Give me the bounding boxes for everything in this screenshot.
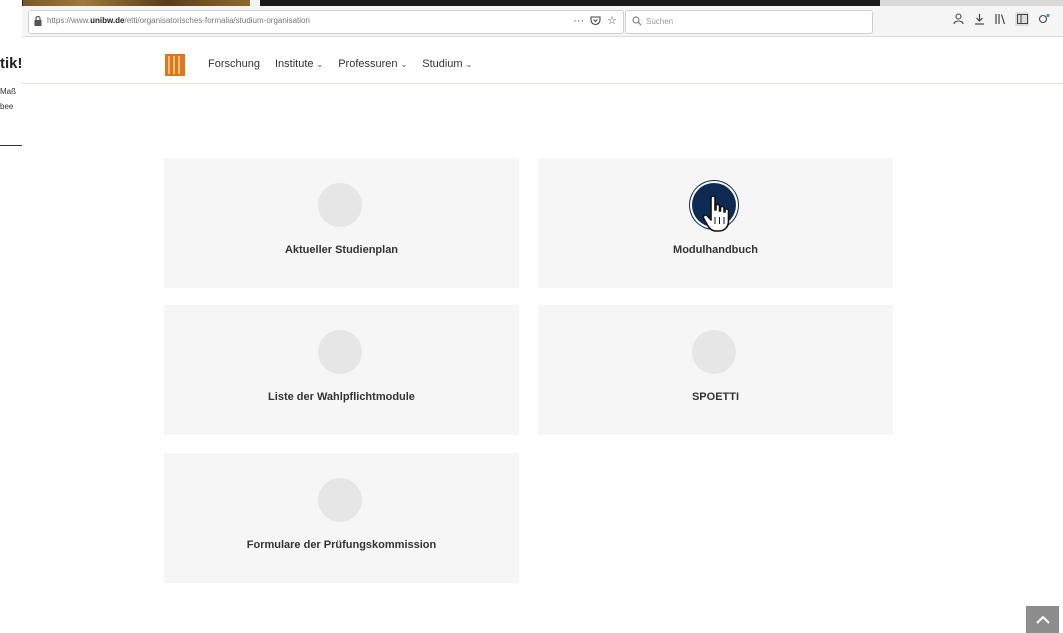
nav-item-label: Institute [274, 58, 314, 70]
search-placeholder: Suchen [646, 17, 674, 26]
background-text-fragment: Maß [0, 87, 16, 96]
nav-item-forschung[interactable]: Forschung [208, 58, 260, 70]
nav-item-label: Studium [422, 58, 463, 70]
tile-icon-circle [318, 330, 362, 374]
nav-item-label: Professuren [338, 58, 398, 70]
tile-label: SPOETTI [691, 391, 740, 403]
university-logo[interactable] [165, 54, 185, 76]
pocket-icon[interactable] [590, 15, 601, 26]
nav-item-professuren[interactable]: Professuren ⌄ [338, 58, 407, 70]
tile-aktueller-studienplan[interactable]: Aktueller Studienplan [164, 158, 519, 288]
library-icon[interactable] [994, 12, 1006, 26]
tile-icon-circle [692, 330, 736, 374]
search-bar[interactable]: Suchen [625, 10, 873, 34]
chevron-down-icon: ⌄ [400, 59, 408, 69]
hand-pointer-cursor-icon [702, 195, 730, 232]
nav-item-studium[interactable]: Studium ⌄ [422, 58, 472, 70]
background-text-fragment: bee [0, 102, 14, 111]
site-navigation: Forschung Institute ⌄ Professuren ⌄ Stud… [22, 37, 1063, 84]
page-actions-menu-icon[interactable]: ··· [573, 15, 584, 27]
toolbar-icons [952, 12, 1063, 26]
tile-spoetti[interactable]: SPOETTI [538, 305, 893, 435]
chevron-down-icon: ⌄ [465, 59, 473, 69]
tile-liste-der-wahlpflichtmodule[interactable]: Liste der Wahlpflichtmodule [164, 305, 519, 435]
background-heading-fragment: tik! [0, 55, 23, 72]
main-menu: Forschung Institute ⌄ Professuren ⌄ Stud… [208, 58, 472, 70]
menu-icon[interactable] [1059, 12, 1063, 26]
url-text[interactable]: https://www.unibw.de/etti/organisatorisc… [47, 16, 310, 25]
tile-icon-circle [318, 478, 362, 522]
tile-label: Liste der Wahlpflichtmodule [268, 391, 415, 403]
address-bar[interactable]: https://www.unibw.de/etti/organisatorisc… [28, 10, 624, 34]
background-divider [0, 145, 22, 146]
search-icon [632, 16, 642, 26]
tile-label: Aktueller Studienplan [284, 244, 399, 256]
chevron-up-icon [1035, 615, 1050, 624]
extension-icon[interactable] [1038, 12, 1050, 26]
nav-item-institute[interactable]: Institute ⌄ [275, 58, 323, 70]
chevron-down-icon: ⌄ [316, 59, 324, 69]
browser-toolbar: https://www.unibw.de/etti/organisatorisc… [22, 6, 1063, 37]
nav-item-label: Forschung [208, 58, 260, 70]
account-icon[interactable] [952, 12, 964, 26]
scroll-to-top-button[interactable] [1026, 606, 1059, 633]
tile-formulare-der-pruefungskommission[interactable]: Formulare der Prüfungskommission [164, 453, 519, 583]
browser-window: https://www.unibw.de/etti/organisatorisc… [22, 6, 1063, 633]
tile-label: Modulhandbuch [673, 244, 758, 256]
tile-label: Formulare der Prüfungskommission [246, 539, 437, 551]
bookmark-star-icon[interactable]: ☆ [607, 14, 617, 27]
background-window: tik! Maß bee [0, 0, 23, 633]
lock-icon [34, 16, 42, 26]
sidebar-icon[interactable] [1015, 12, 1029, 26]
tile-icon-circle [318, 183, 362, 227]
download-icon[interactable] [973, 12, 985, 26]
page-actions: ··· ☆ [573, 14, 617, 28]
